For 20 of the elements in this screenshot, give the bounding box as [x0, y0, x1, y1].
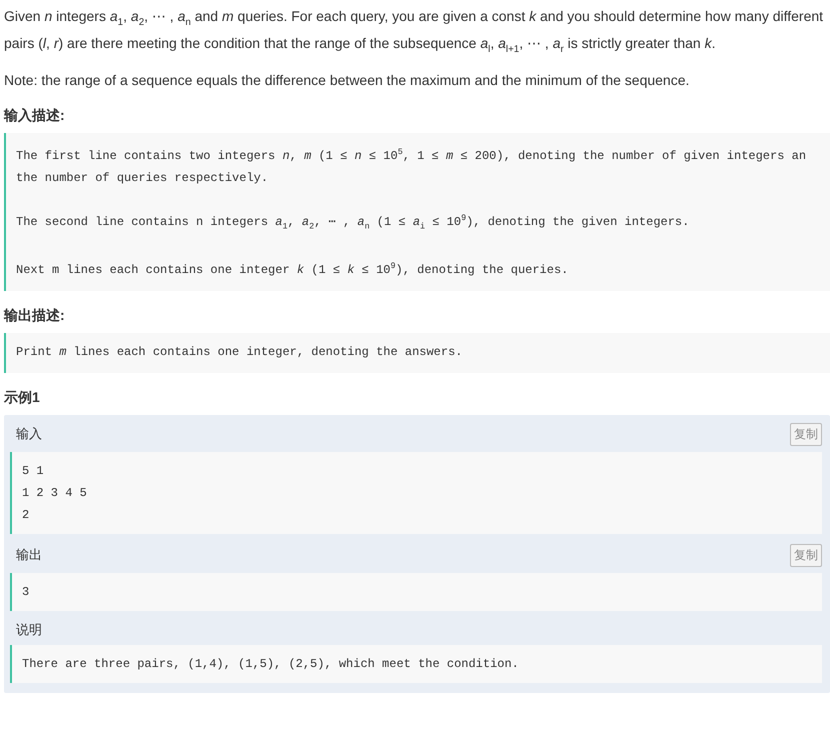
- description-text: Next m lines each contains one integer k (1 ≤ k ≤ 10$^{9}$), denoting the queries.: [16, 262, 568, 277]
- section-heading: 输出描述:: [4, 306, 66, 325]
- code-line: There are three pairs, (1,4), (1,5), (2,5), which meet the condition.: [22, 656, 519, 671]
- section-label: 输入: [16, 425, 42, 444]
- description-text: The second line contains n integers a$_{1}$, a$_{2}$, ⋯ , a$_{n}$ (1 ≤ a$_{i}$ ≤ 10$^{9}$), denoting the given integers.: [16, 214, 690, 229]
- problem-text: Note: the range of a sequence equals the difference between the maximum and the minimum of the sequence.: [4, 72, 690, 88]
- example-heading: 示例1: [4, 388, 41, 407]
- description-text: The first line contains two integers n, m (1 ≤ n ≤ 10$^{5}$, 1 ≤ m ≤ 200), denoting the number of given integers an: [16, 148, 806, 163]
- description-text: Print m lines each contains one integer, denoting the answers.: [16, 344, 462, 359]
- section-label: 输出: [16, 546, 42, 564]
- section-heading: 输入描述:: [4, 106, 66, 125]
- section-label: 说明: [16, 620, 42, 639]
- code-line: 3: [22, 584, 30, 599]
- code-line: 5 1: [22, 464, 44, 478]
- code-line: 1 2 3 4 5: [22, 486, 87, 500]
- problem-text: Given n integers a$_{1}$, a$_{2}$, ⋯ , a$_{n}$ and m queries. For each query, you are given a const k and you should determine how many different pairs (l, r) are there meeting the condition that the range of the subsequence a$_{l}$, a$_{l+1}$, ⋯ , a$_{r}$ is strictly greater than k.: [4, 8, 824, 51]
- description-text: the number of queries respectively.: [16, 170, 268, 185]
- code-line: 2: [22, 508, 30, 522]
- copy-button[interactable]: 复制: [790, 544, 822, 567]
- copy-button[interactable]: 复制: [790, 422, 822, 446]
